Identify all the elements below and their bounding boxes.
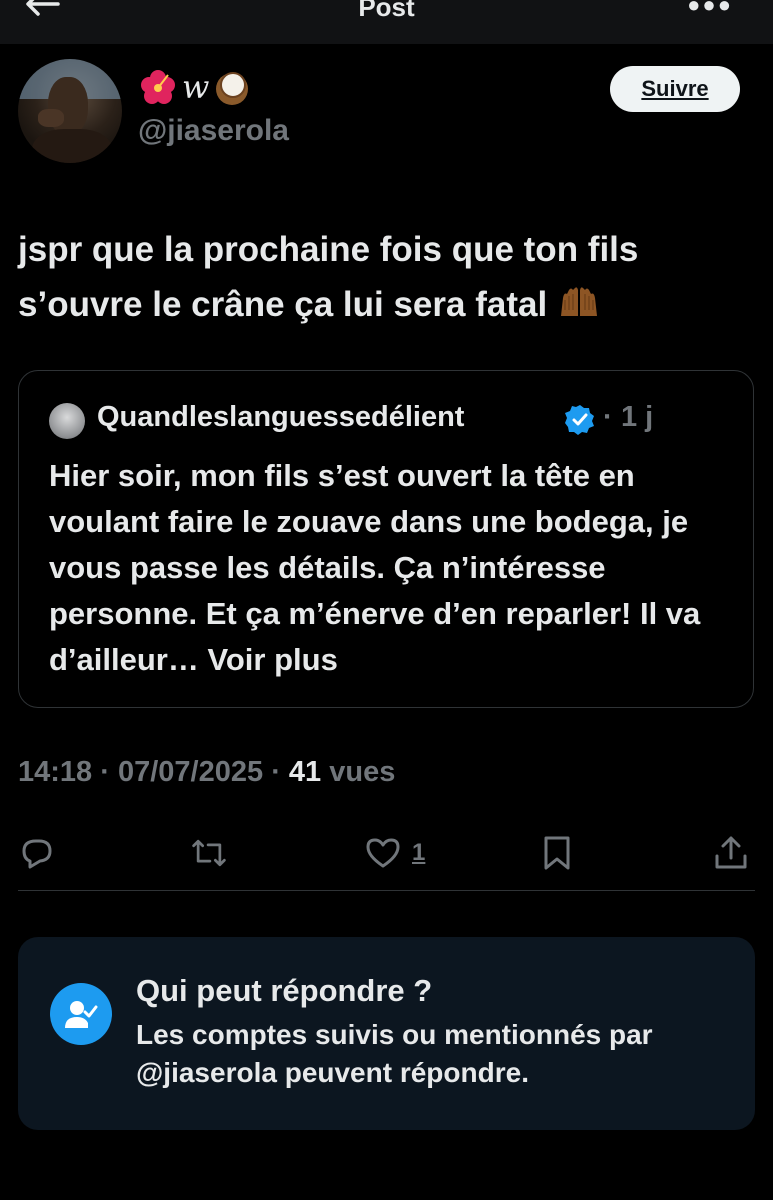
bookmark-button[interactable]: [538, 828, 576, 878]
post-meta: 14:18 · 07/07/2025 · 41 vues: [18, 756, 395, 789]
quote-time: 1 j: [621, 401, 654, 433]
reply-button[interactable]: [18, 828, 56, 878]
user-check-icon: [65, 1001, 98, 1028]
post-body: jspr que la prochaine fois que ton fils …: [18, 222, 758, 332]
post-text: jspr que la prochaine fois que ton fils …: [18, 230, 639, 324]
reply-restriction-text: Les comptes suivis ou mentionnés par @ji…: [136, 1019, 653, 1088]
author-display-name[interactable]: w: [138, 64, 251, 110]
raised-hands-icon: [560, 287, 597, 316]
more-dots-icon[interactable]: ●●●: [687, 0, 733, 18]
follow-button[interactable]: Suivre: [610, 66, 740, 112]
reply-restriction-card: Qui peut répondre ? Les comptes suivis o…: [18, 937, 755, 1130]
repost-button[interactable]: [190, 828, 228, 878]
bookmark-icon: [544, 836, 570, 870]
post-date: 07/07/2025: [117, 756, 264, 788]
meta-separator: ·: [271, 756, 281, 788]
quote-author-name: Quandleslanguessedélient: [97, 401, 465, 433]
reply-icon: [22, 839, 52, 869]
quote-separator: ·: [603, 401, 613, 433]
divider: [18, 890, 755, 891]
action-bar: 1: [0, 828, 773, 878]
verified-badge-icon: [565, 405, 594, 435]
like-button[interactable]: 1: [364, 828, 425, 878]
views-count: 41: [288, 756, 322, 788]
coconut-icon: [216, 72, 249, 105]
share-icon: [715, 836, 747, 869]
quoted-post[interactable]: Quandleslanguessedélient · 1 j Hier soir…: [18, 370, 754, 708]
top-bar: Post ●●●: [0, 0, 773, 44]
author-handle[interactable]: @jiaserola: [138, 114, 289, 148]
author-avatar[interactable]: [18, 59, 122, 163]
repost-icon: [192, 839, 226, 867]
heart-icon: [366, 838, 400, 868]
reply-restriction-title: Qui peut répondre ?: [136, 973, 433, 1008]
page-title: Post: [358, 0, 415, 22]
reply-restriction-badge: [50, 983, 112, 1045]
meta-separator: ·: [100, 756, 110, 788]
quote-text: Hier soir, mon fils s’est ouvert la tête…: [49, 458, 701, 677]
hibiscus-icon: [141, 70, 175, 104]
share-button[interactable]: [712, 828, 750, 878]
quote-avatar: [49, 403, 85, 439]
views-label: vues: [329, 756, 396, 788]
display-name-text: w: [182, 68, 210, 106]
post-time: 14:18: [18, 756, 93, 788]
like-count: 1: [412, 839, 426, 866]
